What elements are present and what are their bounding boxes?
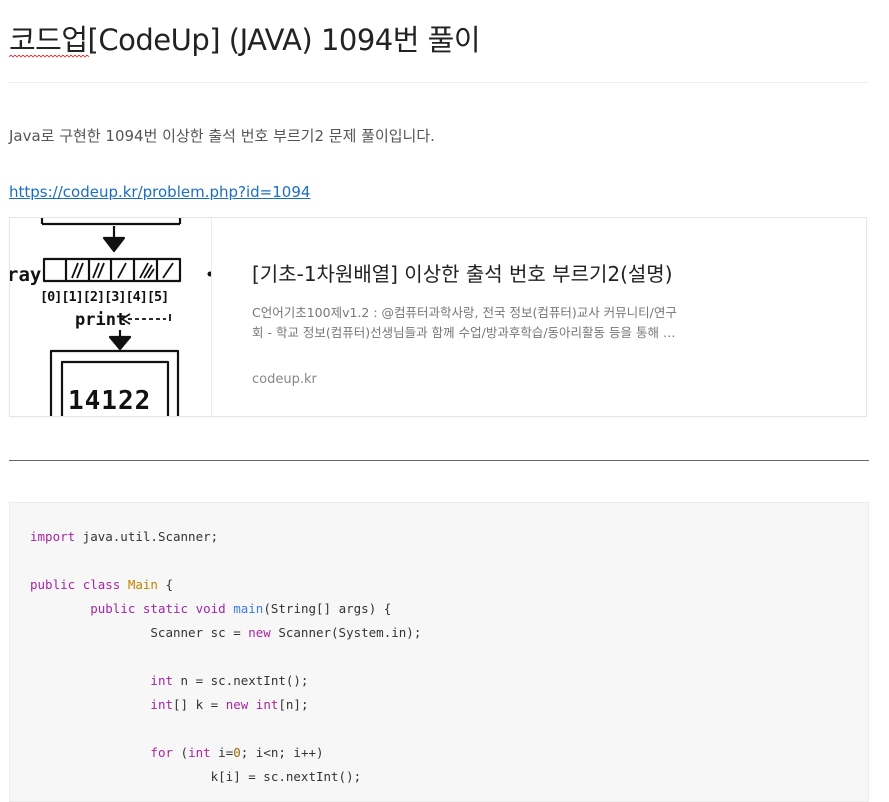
code-keyword: new [248, 625, 271, 640]
code-keyword: public [30, 577, 76, 592]
code-line: import java.util.Scanner; [30, 525, 421, 549]
code-listing: import java.util.Scanner; public class Ma… [30, 525, 421, 789]
code-keyword: new [225, 697, 249, 712]
preview-description-line: C언어기초100제v1.2 : @컴퓨터과학사랑, 전국 정보(컴퓨터)교사 커… [252, 305, 677, 320]
code-text: k[i] = sc.nextInt(); [30, 769, 362, 784]
diagram-array-label: ray [10, 264, 41, 286]
code-text: java.util.Scanner; [75, 529, 219, 544]
array-diagram-illustration: ray [0][1][2][3][4][5] print 14122 [10, 218, 211, 416]
preview-description-line: 회 - 학교 정보(컴퓨터)선생님들과 함께 수업/방과후학습/동아리활동 등을… [252, 325, 676, 340]
code-keyword: int [255, 697, 279, 712]
spellcheck-underline [9, 55, 89, 58]
code-line: k[i] = sc.nextInt(); [30, 765, 421, 789]
diagram-indices: [0][1][2][3][4][5] [40, 289, 168, 305]
code-keyword: for [150, 745, 173, 760]
code-keyword: static [142, 601, 189, 616]
preview-thumbnail: ray [0][1][2][3][4][5] print 14122 [10, 218, 212, 416]
code-keyword: import [30, 529, 76, 544]
preview-site: codeup.kr [252, 372, 317, 387]
title-divider [9, 82, 869, 83]
code-line: int n = sc.nextInt(); [30, 669, 421, 693]
code-text: ; i<n; i++) [240, 745, 324, 760]
code-function-name: main [233, 601, 264, 616]
diagram-output-value: 14122 [68, 386, 151, 416]
code-keyword: public [90, 601, 136, 616]
horizontal-rule [9, 460, 869, 461]
code-text: (String[] args) { [263, 601, 392, 616]
code-keyword: int [150, 673, 173, 688]
code-text: ( [173, 745, 189, 760]
code-keyword: int [150, 697, 173, 712]
code-block: import java.util.Scanner; public class Ma… [9, 502, 869, 802]
preview-title: [기초-1차원배열] 이상한 출석 번호 부르기2(설명) [252, 262, 673, 286]
code-text: Scanner sc = [30, 625, 249, 640]
code-text: [] k = [173, 697, 226, 712]
code-class-name: Main [127, 577, 158, 592]
code-text: { [157, 577, 174, 592]
code-line: public class Main { [30, 573, 421, 597]
code-number: 0 [233, 745, 241, 760]
post-intro: Java로 구현한 1094번 이상한 출석 번호 부르기2 문제 풀이입니다. [9, 127, 435, 145]
problem-link[interactable]: https://codeup.kr/problem.php?id=1094 [9, 183, 310, 201]
code-keyword: int [188, 745, 211, 760]
link-preview-card[interactable]: ray [0][1][2][3][4][5] print 14122 [기초-1… [9, 217, 867, 417]
code-line: Scanner sc = new Scanner(System.in); [30, 621, 421, 645]
code-text: i= [210, 745, 234, 760]
diagram-print-label: print [75, 310, 126, 330]
preview-description: C언어기초100제v1.2 : @컴퓨터과학사랑, 전국 정보(컴퓨터)교사 커… [252, 303, 727, 343]
page-title: 코드업[CodeUp] (JAVA) 1094번 풀이 [9, 23, 481, 57]
code-line: int[] k = new int[n]; [30, 693, 421, 717]
code-keyword: class [82, 577, 121, 592]
code-line: for (int i=0; i<n; i++) [30, 741, 421, 765]
code-line: public static void main(String[] args) { [30, 597, 421, 621]
code-text: n = sc.nextInt(); [173, 673, 309, 688]
code-text: [n]; [278, 697, 309, 712]
code-keyword: void [195, 601, 226, 616]
code-text: Scanner(System.in); [270, 625, 422, 640]
